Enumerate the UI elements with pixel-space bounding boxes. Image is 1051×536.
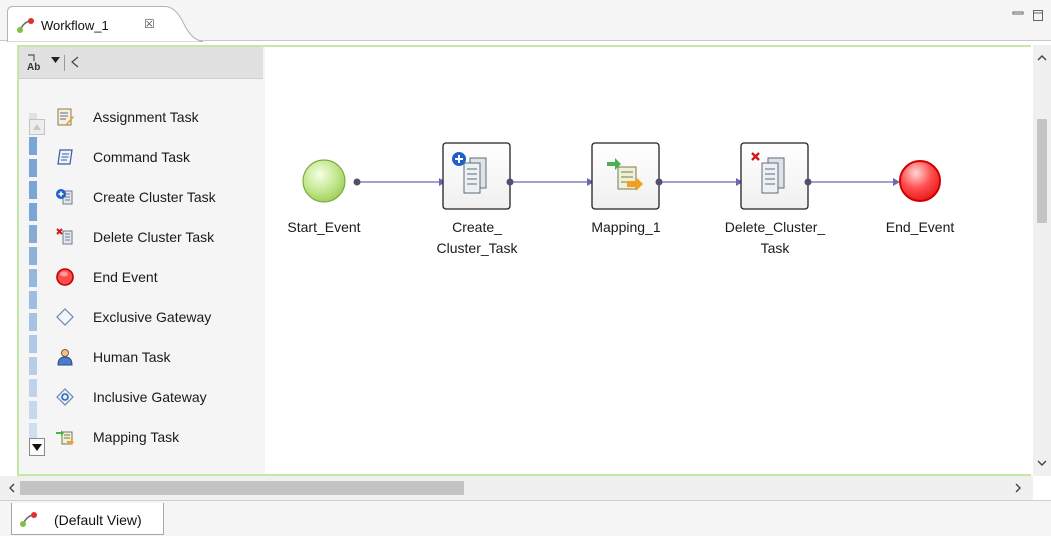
create-cluster-task-icon xyxy=(56,189,73,205)
horizontal-scroll-thumb[interactable] xyxy=(20,481,464,495)
chevron-down-icon[interactable] xyxy=(51,56,60,64)
minimize-icon[interactable] xyxy=(1011,8,1025,22)
palette-item-create-cluster-task[interactable]: Create Cluster Task xyxy=(55,183,255,211)
command-task-icon xyxy=(57,149,73,165)
strip-segment xyxy=(29,181,37,199)
palette-item-label: Delete Cluster Task xyxy=(93,229,215,245)
palette-item-end-event[interactable]: End Event xyxy=(55,263,255,291)
palette-item-assignment-task[interactable]: Assignment Task xyxy=(55,103,255,131)
workflow-icon xyxy=(17,18,34,33)
palette-item-exclusive-gateway[interactable]: Exclusive Gateway xyxy=(55,303,255,331)
palette-item-label: Exclusive Gateway xyxy=(93,309,212,325)
palette-item-inclusive-gateway[interactable]: Inclusive Gateway xyxy=(55,383,255,411)
workflow-icon xyxy=(20,512,37,527)
palette-item-label: Assignment Task xyxy=(93,109,199,125)
palette-scroll-up[interactable] xyxy=(29,119,45,135)
mapping-task-icon xyxy=(56,430,74,445)
tab-default-view[interactable]: (Default View) xyxy=(11,503,164,535)
editor-tab-workflow[interactable]: Workflow_1 ☒ xyxy=(7,6,203,42)
toolbar-divider xyxy=(64,55,65,71)
text-style-icon[interactable]: Ab xyxy=(25,53,47,73)
palette-item-label: Human Task xyxy=(93,349,171,365)
start-event-label: Start_Event xyxy=(287,219,361,235)
palette-item-human-task[interactable]: Human Task xyxy=(55,343,255,371)
strip-segment xyxy=(29,291,37,309)
exclusive-gateway-icon xyxy=(56,308,74,326)
palette-item-label: Inclusive Gateway xyxy=(93,389,207,405)
close-icon[interactable]: ☒ xyxy=(144,17,155,31)
mapping-task-label: Mapping_1 xyxy=(591,219,661,235)
workflow-editor: Ab Assignment Task Command Task Create C… xyxy=(17,45,1031,476)
maximize-icon[interactable] xyxy=(1031,8,1045,22)
strip-segment xyxy=(29,159,37,177)
collapse-palette-icon[interactable] xyxy=(70,56,79,68)
palette-item-label: Command Task xyxy=(93,149,191,165)
vertical-scroll-thumb[interactable] xyxy=(1037,119,1047,223)
end-event-node[interactable] xyxy=(899,160,941,202)
end-event-icon xyxy=(56,268,74,286)
inclusive-gateway-icon xyxy=(56,388,74,406)
strip-segment xyxy=(29,401,37,419)
delete-cluster-task-node[interactable] xyxy=(740,142,812,210)
strip-segment xyxy=(29,203,37,221)
assignment-task-icon xyxy=(57,108,74,126)
view-tab-strip: (Default View) xyxy=(0,500,1051,536)
editor-tab-title: Workflow_1 xyxy=(41,18,109,33)
create-cluster-task-label: Create_ Cluster_Task xyxy=(436,219,518,256)
palette-item-mapping-task[interactable]: Mapping Task xyxy=(55,423,255,451)
strip-segment xyxy=(29,269,37,287)
palette-item-command-task[interactable]: Command Task xyxy=(55,143,255,171)
palette-panel: Ab Assignment Task Command Task Create C… xyxy=(19,47,265,474)
strip-segment xyxy=(29,335,37,353)
horizontal-scrollbar[interactable] xyxy=(0,476,1033,500)
editor-tab-strip: Workflow_1 ☒ xyxy=(0,0,1051,42)
arrowhead xyxy=(893,178,900,186)
strip-segment xyxy=(29,379,37,397)
create-cluster-task-node[interactable] xyxy=(442,142,514,210)
end-event-label: End_Event xyxy=(885,219,955,235)
chevron-left-icon[interactable] xyxy=(4,480,20,496)
triangle-up-icon xyxy=(33,124,41,130)
palette-item-label: Create Cluster Task xyxy=(93,189,216,205)
workflow-diagram xyxy=(302,142,941,210)
delete-cluster-task-icon xyxy=(56,228,73,245)
palette-item-label: Mapping Task xyxy=(93,429,180,445)
workflow-canvas[interactable]: Start_Event Create_ Cluster_Task Mapping… xyxy=(265,47,1031,474)
chevron-up-icon[interactable] xyxy=(1033,49,1051,67)
palette-scroll-down[interactable] xyxy=(29,438,45,456)
human-task-icon xyxy=(57,349,73,366)
mapping-task-node[interactable] xyxy=(591,142,663,210)
svg-text:Ab: Ab xyxy=(27,62,40,73)
palette-item-label: End Event xyxy=(93,269,158,285)
start-event-node[interactable] xyxy=(302,159,361,203)
strip-segment xyxy=(29,137,37,155)
vertical-scrollbar[interactable] xyxy=(1033,45,1051,476)
palette-toolbar: Ab xyxy=(19,47,263,79)
palette-scroll-strip xyxy=(29,113,45,461)
strip-segment xyxy=(29,357,37,375)
palette-item-delete-cluster-task[interactable]: Delete Cluster Task xyxy=(55,223,255,251)
triangle-down-icon xyxy=(32,444,42,451)
strip-segment xyxy=(29,247,37,265)
strip-segment xyxy=(29,313,37,331)
delete-cluster-task-label: Delete_Cluster_ Task xyxy=(724,219,826,256)
view-tab-label: (Default View) xyxy=(54,512,142,528)
chevron-right-icon[interactable] xyxy=(1010,480,1026,496)
chevron-down-icon[interactable] xyxy=(1033,454,1051,472)
strip-segment xyxy=(29,225,37,243)
